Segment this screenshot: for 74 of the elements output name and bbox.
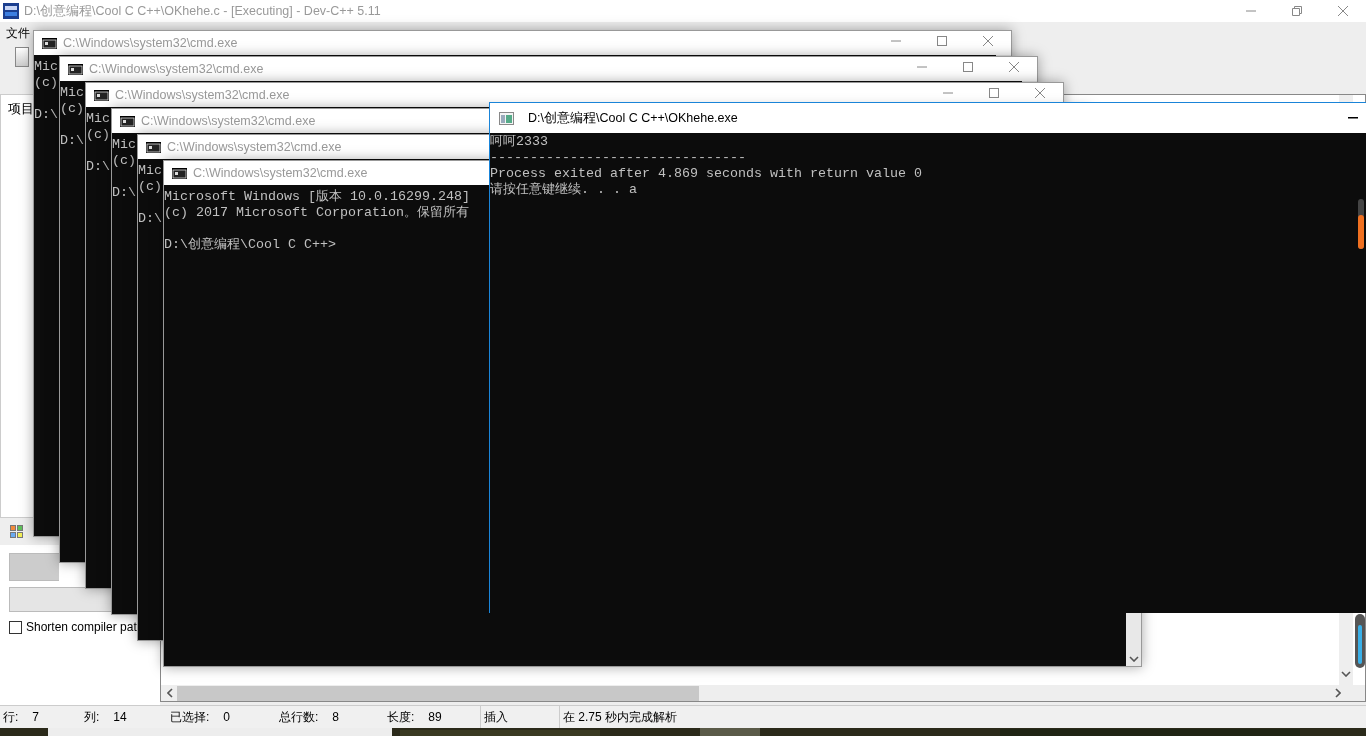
window-title: D:\创意编程\Cool C C++\OKhehe.c - [Executing] - Dev-C++ 5.11 bbox=[24, 2, 381, 20]
status-label: 长度: bbox=[387, 708, 415, 726]
status-value: 0 bbox=[223, 710, 231, 724]
console-icon bbox=[68, 63, 83, 75]
slider-fill[interactable] bbox=[1358, 624, 1362, 664]
maximize-icon bbox=[989, 87, 999, 98]
console-line: Mic bbox=[34, 59, 58, 75]
console-line: Mic bbox=[60, 85, 84, 101]
console-line: -------------------------------- bbox=[490, 150, 746, 166]
close-icon bbox=[1009, 61, 1019, 72]
panel-button[interactable] bbox=[9, 587, 111, 612]
console-prompt: D:\创意编程\Cool C C++> bbox=[164, 237, 336, 253]
minimize-button[interactable] bbox=[1348, 117, 1358, 119]
console-prompt: D:\ bbox=[86, 159, 110, 175]
window-title: C:\Windows\system32\cmd.exe bbox=[141, 114, 316, 128]
status-text: 插入 bbox=[484, 708, 508, 726]
console-line: Mic bbox=[86, 111, 110, 127]
app-window-icon bbox=[499, 111, 514, 125]
console-line: (c) bbox=[86, 127, 110, 143]
console-line: (c) bbox=[60, 101, 84, 117]
status-text: 在 2.75 秒内完成解析 bbox=[563, 708, 678, 726]
chevron-left-icon[interactable] bbox=[167, 688, 173, 698]
console-line: Mic bbox=[138, 163, 162, 179]
app-logo-icon bbox=[3, 3, 19, 19]
console-icon bbox=[146, 141, 161, 153]
status-label: 行: bbox=[3, 708, 19, 726]
window-title: C:\Windows\system32\cmd.exe bbox=[167, 140, 342, 154]
status-label: 总行数: bbox=[279, 708, 319, 726]
chevron-right-icon[interactable] bbox=[1335, 688, 1341, 698]
maximize-icon bbox=[963, 61, 973, 72]
menu-item[interactable]: 文件 bbox=[6, 24, 30, 42]
console-prompt: D:\ bbox=[112, 185, 136, 201]
console-line: Mic bbox=[112, 137, 136, 153]
console-icon bbox=[120, 115, 135, 127]
maximize-icon bbox=[937, 35, 947, 46]
console-prompt: D:\ bbox=[138, 211, 162, 227]
window-title: C:\Windows\system32\cmd.exe bbox=[115, 88, 290, 102]
checkbox[interactable] bbox=[9, 620, 22, 634]
scrollbar-thumb[interactable] bbox=[177, 685, 699, 701]
console-line: (c) bbox=[34, 75, 58, 91]
console-line: (c) bbox=[138, 179, 162, 195]
scrollbar-thumb[interactable] bbox=[1358, 199, 1364, 249]
project-tab[interactable]: 项目 bbox=[8, 101, 34, 116]
console-line: Process exited after 4.869 seconds with return value 0 bbox=[490, 166, 922, 182]
status-value: 8 bbox=[332, 710, 340, 724]
console-line: (c) 2017 Microsoft Corporation。保留所有 bbox=[164, 205, 469, 221]
restore-icon bbox=[1292, 6, 1302, 16]
console-prompt: D:\ bbox=[60, 133, 84, 149]
close-icon bbox=[983, 35, 993, 46]
window-title: D:\创意编程\Cool C C++\OKhehe.exe bbox=[528, 109, 738, 127]
console-line: 请按任意键继续. . . a bbox=[490, 182, 637, 198]
console-line: (c) bbox=[112, 153, 136, 169]
chevron-down-icon[interactable] bbox=[1341, 671, 1351, 677]
close-icon bbox=[1035, 87, 1045, 98]
window-title: C:\Windows\system32\cmd.exe bbox=[193, 166, 368, 180]
chevron-down-icon[interactable] bbox=[1128, 656, 1139, 662]
horizontal-scrollbar[interactable] bbox=[161, 685, 1365, 701]
status-label: 列: bbox=[84, 708, 100, 726]
close-icon bbox=[1338, 6, 1348, 16]
window-title: C:\Windows\system32\cmd.exe bbox=[63, 36, 238, 50]
status-value: 89 bbox=[428, 710, 442, 724]
console-prompt: D:\ bbox=[34, 107, 58, 123]
console-line: Microsoft Windows [版本 10.0.16299.248] bbox=[164, 189, 470, 205]
status-label: 已选择: bbox=[170, 708, 210, 726]
status-value: 7 bbox=[32, 710, 40, 724]
console-icon bbox=[94, 89, 109, 101]
toolbar-button[interactable] bbox=[15, 47, 29, 67]
window-title: C:\Windows\system32\cmd.exe bbox=[89, 62, 264, 76]
console-icon bbox=[42, 37, 57, 49]
checkbox-label: Shorten compiler pat bbox=[26, 620, 137, 634]
grid-icon[interactable] bbox=[10, 524, 24, 539]
console-icon bbox=[172, 167, 187, 179]
console-line: 呵呵2333 bbox=[490, 134, 548, 150]
status-value: 14 bbox=[113, 710, 127, 724]
